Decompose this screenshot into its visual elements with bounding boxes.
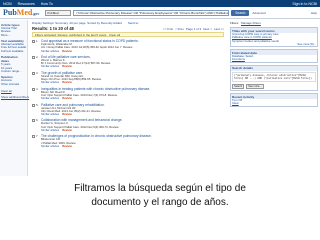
- pager-page[interactable]: Page 1 of 3: [186, 27, 201, 31]
- filters-label: Filters:: [230, 21, 239, 25]
- filters-header: Filters: Manage Filters: [230, 21, 318, 25]
- panel-title: Search details: [231, 65, 317, 71]
- right-sidebar: Filters: Manage Filters Titles with your…: [228, 20, 320, 176]
- ncbi-link[interactable]: NCBI: [3, 2, 12, 6]
- result-body: The challenges of prognostication in chr…: [41, 134, 224, 148]
- sidebar-panel: Search details ("pulmonary disease, chron…: [230, 64, 318, 92]
- search-details-text: ("pulmonary disease, chronic obstructive…: [232, 71, 316, 83]
- send-to-link[interactable]: Send to:: [128, 21, 139, 25]
- result-links: Similar articles Review: [41, 143, 224, 148]
- filter-item[interactable]: More ...: [1, 34, 26, 38]
- panel-button[interactable]: See more...: [246, 84, 264, 90]
- database-select[interactable]: PubMed: [45, 9, 72, 16]
- result-item: 1. Cost appraisal as a measure of functio…: [32, 39, 224, 53]
- result-checkbox[interactable]: [32, 87, 35, 91]
- review-badge: Review: [62, 143, 72, 148]
- search-input[interactable]: ("Chronic Obstructive Pulmonary Disease"…: [73, 9, 230, 16]
- result-checkbox[interactable]: [32, 55, 35, 59]
- result-item: 4. Inequalities in treating patients with…: [32, 87, 224, 101]
- panel-link[interactable]: Find items: [231, 58, 317, 61]
- help-link[interactable]: Help: [311, 11, 317, 15]
- result-checkbox[interactable]: [32, 119, 35, 123]
- result-body: The growth of palliative care. Strand JJ,…: [41, 71, 224, 85]
- sidebar-panel: Recent Activity Turn Off Clear: [230, 93, 318, 107]
- manage-filters-link[interactable]: Manage Filters: [241, 21, 261, 25]
- similar-articles-link[interactable]: Similar articles: [41, 49, 59, 53]
- result-checkbox[interactable]: [32, 103, 35, 107]
- filter-section-title: Publication dates: [1, 55, 18, 64]
- results-toolbar: Display Settings: Summary, 20 per page, …: [32, 21, 224, 25]
- result-links: Similar articles Review: [41, 81, 224, 84]
- howto-menu[interactable]: How To: [41, 2, 53, 6]
- pager-next[interactable]: Next >: [203, 27, 212, 31]
- review-badge: Review: [62, 80, 72, 85]
- signin-link[interactable]: Sign in to NCBI: [292, 2, 317, 6]
- pager-first[interactable]: << First: [163, 27, 173, 31]
- pager-last[interactable]: Last >>: [214, 27, 224, 31]
- panel-button[interactable]: Search: [232, 84, 245, 90]
- filters-sidebar: Article types Clinical Trial Review More ..…: [0, 20, 29, 176]
- results-count: Results: 1 to 20 of 48: [32, 26, 74, 31]
- filter-notice: Filters activated: Review, published in …: [32, 32, 224, 37]
- review-badge: Review: [62, 112, 72, 117]
- panel-link[interactable]: Clear: [231, 102, 317, 105]
- filter-notice-text: Filters activated: Review, published in …: [35, 33, 108, 37]
- result-item: 6. Collaboration with management and beha…: [32, 118, 224, 132]
- review-badge: Review: [62, 128, 72, 133]
- pubmed-screenshot: NCBI Resources How To Sign in to NCBI Pu…: [0, 0, 320, 176]
- see-more-link[interactable]: See more (8)...: [231, 42, 317, 46]
- result-body: End of life palliative care services. Wre…: [41, 55, 224, 69]
- filter-clear-link[interactable]: Clear all: [109, 33, 120, 36]
- sidebar-panels: Titles with your search terms Improving C…: [230, 27, 318, 107]
- advanced-link[interactable]: Advanced: [252, 11, 265, 15]
- resources-menu[interactable]: Resources: [18, 2, 35, 6]
- ncbi-top-bar: NCBI Resources How To Sign in to NCBI: [0, 0, 320, 7]
- result-checkbox[interactable]: [32, 40, 35, 43]
- result-item: 2. End of life palliative care services. W…: [32, 55, 224, 69]
- review-badge: Review: [62, 48, 72, 53]
- filter-item[interactable]: Custom range...: [1, 70, 26, 74]
- filter-item[interactable]: Other Animals: [1, 83, 26, 87]
- search-button[interactable]: Search: [231, 9, 250, 16]
- similar-articles-link[interactable]: Similar articles: [41, 128, 59, 132]
- result-checkbox[interactable]: [32, 135, 35, 139]
- show-additional-filters-link[interactable]: Show additional filters: [1, 95, 29, 99]
- result-links: Similar articles Review: [41, 113, 224, 116]
- similar-articles-link[interactable]: Similar articles: [41, 96, 59, 100]
- result-links: Similar articles Review: [41, 97, 224, 100]
- review-badge: Review: [62, 96, 72, 101]
- sidebar-panel: Find related data Database: Select Find it…: [230, 49, 318, 63]
- result-checkbox[interactable]: [32, 71, 35, 75]
- clear-all-filters-link[interactable]: Clear all: [1, 89, 26, 93]
- results-list: 1. Cost appraisal as a measure of functio…: [32, 39, 224, 148]
- result-links: Similar articles Review: [41, 48, 224, 53]
- similar-articles-link[interactable]: Similar articles: [41, 144, 59, 148]
- result-links: Similar articles Review: [41, 128, 224, 133]
- pager-prev[interactable]: < Prev: [175, 27, 184, 31]
- similar-articles-link[interactable]: Similar articles: [41, 64, 59, 68]
- results-area: Display Settings: Summary, 20 per page, …: [30, 20, 226, 176]
- caption-line-2: documento y el rango de años.: [91, 197, 229, 208]
- pager: << First < Prev Page 1 of 3 Next > Last …: [163, 27, 224, 31]
- panel-buttons: Search See more...: [231, 83, 317, 90]
- similar-articles-link[interactable]: Similar articles: [41, 80, 59, 84]
- slide-caption: Filtramos la búsqueda según el tipo de d…: [0, 182, 320, 210]
- result-item: 3. The growth of palliative care. Strand J…: [32, 71, 224, 85]
- sidebar-panel: Titles with your search terms Improving C…: [230, 27, 318, 48]
- result-links: Similar articles Review: [41, 65, 224, 68]
- result-item: 5. Palliative care and pulmonary rehabili…: [32, 103, 224, 117]
- review-badge: Review: [62, 64, 72, 69]
- caption-line-1: Filtramos la búsqueda según el tipo de: [74, 183, 246, 194]
- pubmed-logo[interactable]: PubMed.gov: [3, 8, 39, 17]
- result-item: 7. The challenges of prognostication in c…: [32, 134, 224, 148]
- filter-item[interactable]: Full text available: [1, 50, 26, 54]
- result-body: Collaboration with management and behavi…: [41, 118, 224, 132]
- result-body: Cost appraisal as a measure of functiona…: [41, 39, 224, 53]
- result-body: Inequalities in treating patients with c…: [41, 87, 224, 101]
- display-settings-link[interactable]: Display Settings: Summary, 20 per page, …: [32, 21, 122, 25]
- similar-articles-link[interactable]: Similar articles: [41, 112, 59, 116]
- pubmed-header: PubMed.gov PubMed ("Chronic Obstructive …: [0, 7, 320, 19]
- result-body: Palliative care and pulmonary rehabilita…: [41, 103, 224, 117]
